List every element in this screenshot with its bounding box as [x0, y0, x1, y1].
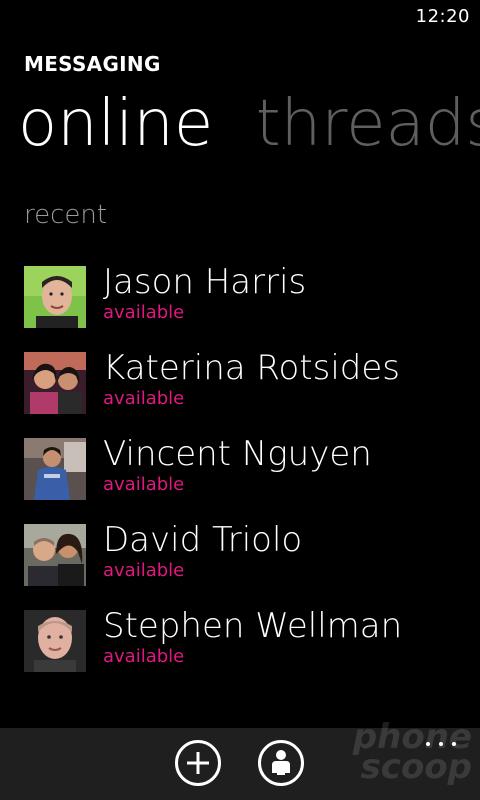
- avatar: [24, 352, 86, 414]
- contact-name: Katerina Rotsides: [103, 348, 401, 388]
- more-icon: [426, 742, 430, 746]
- contact-icon: [272, 750, 290, 775]
- pivot-threads[interactable]: threads: [256, 84, 480, 164]
- app-bar: [0, 728, 480, 800]
- contact-name: David Triolo: [103, 520, 303, 560]
- avatar: [24, 524, 86, 586]
- pivot-header: online threads: [18, 84, 480, 164]
- app-title: MESSAGING: [24, 52, 161, 76]
- avatar: [24, 610, 86, 672]
- contact-name: Stephen Wellman: [103, 606, 403, 646]
- contact-status: available: [103, 388, 185, 409]
- contact-name: Jason Harris: [103, 262, 307, 302]
- contact-item[interactable]: Vincent Nguyen available: [24, 436, 480, 522]
- add-button[interactable]: [175, 740, 221, 786]
- avatar: [24, 438, 86, 500]
- contact-list: Jason Harris available Katerina Rotsides…: [24, 264, 480, 694]
- contact-status: available: [103, 560, 185, 581]
- status-time: 12:20: [415, 6, 470, 27]
- contact-button[interactable]: [258, 740, 304, 786]
- section-label-recent: recent: [24, 200, 108, 230]
- avatar: [24, 266, 86, 328]
- contact-name: Vincent Nguyen: [103, 434, 372, 474]
- contact-item[interactable]: Stephen Wellman available: [24, 608, 480, 694]
- add-icon: [187, 752, 209, 774]
- contact-item[interactable]: David Triolo available: [24, 522, 480, 608]
- more-button[interactable]: [426, 738, 456, 750]
- contact-item[interactable]: Jason Harris available: [24, 264, 480, 350]
- contact-status: available: [103, 474, 185, 495]
- contact-status: available: [103, 302, 185, 323]
- contact-status: available: [103, 646, 185, 667]
- pivot-online[interactable]: online: [18, 84, 213, 164]
- contact-item[interactable]: Katerina Rotsides available: [24, 350, 480, 436]
